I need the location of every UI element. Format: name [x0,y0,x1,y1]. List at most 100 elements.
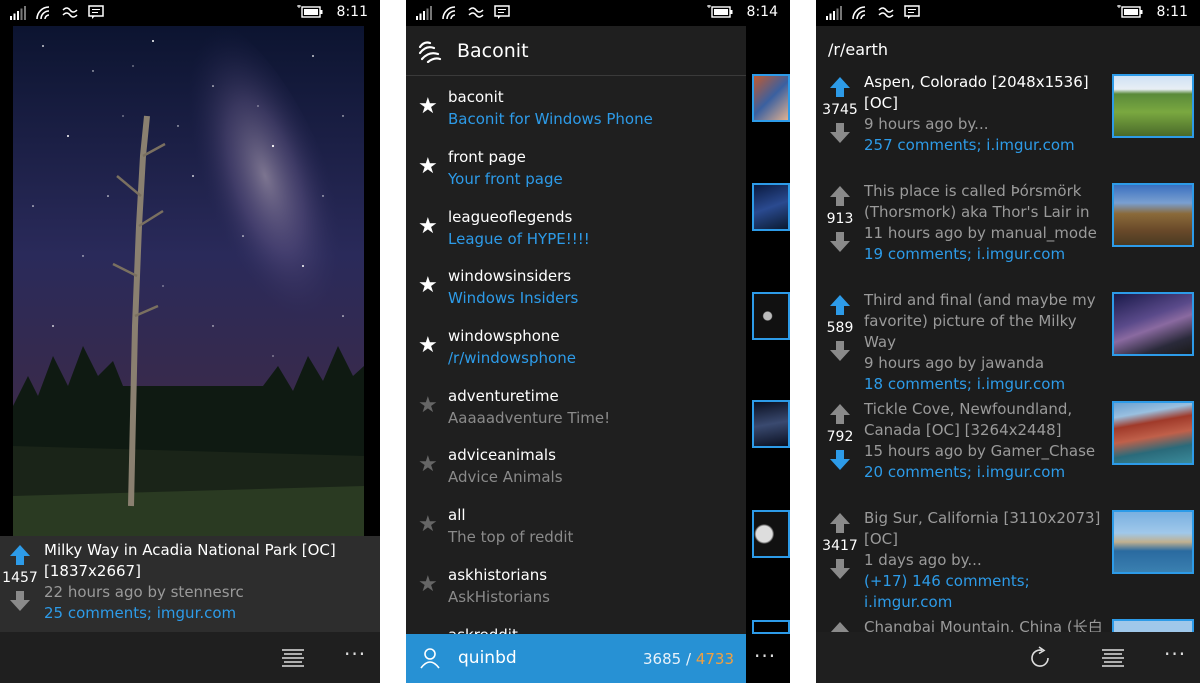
post-comments-link[interactable]: 18 comments; i.imgur.com [864,374,1106,395]
post-thumbnail[interactable] [1112,619,1194,632]
post-thumbnail[interactable] [1112,401,1194,465]
downvote-icon[interactable] [829,449,851,471]
list-button[interactable] [1100,646,1126,670]
data-sense-icon [468,7,484,18]
refresh-button[interactable] [1027,646,1053,670]
subreddit-description: League of HYPE!!!! [448,230,590,248]
upvote-icon[interactable] [829,185,851,207]
vote-control: 589 [821,294,859,362]
downvote-icon[interactable] [9,590,31,612]
vote-control: 913 [821,185,859,253]
star-icon[interactable]: ★ [418,216,438,238]
star-icon[interactable]: ★ [418,574,438,596]
downvote-icon[interactable] [829,122,851,144]
phone-subreddit-drawer: 8:14 Baconit ★ baconit Baconit for Windo… [406,0,790,683]
subreddit-path: /r/earth [828,40,888,59]
post-comments-link[interactable]: 25 comments; imgur.com [44,603,364,624]
downvote-icon[interactable] [829,231,851,253]
vote-control: 3417 [821,512,859,580]
star-icon[interactable]: ★ [418,395,438,417]
milky-way-photo[interactable] [13,26,364,536]
app-bar: ··· [0,632,380,683]
post-thumbnail[interactable] [1112,183,1194,247]
clock: 8:11 [1156,4,1188,20]
post-item[interactable]: 3417 Big Sur, California [3110x2073] [OC… [816,508,1200,616]
post-item[interactable]: 3745 Aspen, Colorado [2048x1536] [OC] 9 … [816,72,1200,180]
data-sense-icon [62,7,78,18]
message-icon [494,5,510,19]
subreddit-item-askreddit[interactable]: ★ askreddit [406,618,746,634]
subreddit-item-leagueoflegends[interactable]: ★ leagueoflegends League of HYPE!!!! [406,200,746,258]
subreddit-name: baconit [448,88,504,106]
star-icon[interactable]: ★ [418,454,438,476]
background-thumbnail [752,74,790,122]
karma-separator: / [685,650,692,668]
upvote-icon[interactable] [829,621,851,632]
post-comments-link[interactable]: 19 comments; i.imgur.com [864,244,1106,265]
post-thumbnail[interactable] [1112,74,1194,138]
post-item[interactable]: 913 This place is called Þórsmörk (Thors… [816,181,1200,289]
subreddit-item-adventuretime[interactable]: ★ adventuretime Aaaaadventure Time! [406,379,746,437]
subreddit-description: AskHistorians [448,588,550,606]
subreddit-description: /r/windowsphone [448,349,576,367]
subreddit-description: Baconit for Windows Phone [448,110,653,128]
post-thumbnail[interactable] [1112,292,1194,356]
post-extra: (+17) [864,572,913,590]
post-comments-link[interactable]: (+17) 146 comments; i.imgur.com [864,571,1106,613]
subreddit-item-adviceanimals[interactable]: ★ adviceanimals Advice Animals [406,438,746,496]
downvote-icon[interactable] [829,558,851,580]
star-icon[interactable]: ★ [418,156,438,178]
list-button[interactable] [280,646,306,670]
more-icon[interactable]: ··· [754,644,776,668]
post-comments-link[interactable]: 20 comments; i.imgur.com [864,462,1106,483]
subreddit-item-askhistorians[interactable]: ★ askhistorians AskHistorians [406,558,746,616]
link-karma: 3685 [643,650,682,668]
downvote-icon[interactable] [829,340,851,362]
subreddit-item-all[interactable]: ★ all The top of reddit [406,498,746,556]
star-icon[interactable]: ★ [418,96,438,118]
upvote-icon[interactable] [9,544,31,566]
vote-control [821,621,859,632]
subreddit-description: Aaaaadventure Time! [448,409,611,427]
upvote-icon[interactable] [829,403,851,425]
post-thumbnail[interactable] [1112,510,1194,574]
user-bar[interactable]: quinbd 3685 / 4733 [406,634,746,683]
post-meta: 1 days ago by... [864,551,982,569]
subreddit-name: leagueoflegends [448,208,573,226]
post-item[interactable]: Changbai Mountain, China (长白 [816,617,1200,632]
subreddit-item-baconit[interactable]: ★ baconit Baconit for Windows Phone [406,80,746,138]
user-icon [420,648,440,669]
post-title: Big Sur, California [3110x2073] [OC] [864,509,1101,548]
signal-icon [416,6,432,20]
post-link-text: 20 comments; i.imgur.com [864,463,1066,481]
more-icon[interactable]: ··· [1164,642,1186,666]
refresh-icon [1031,646,1049,667]
wifi-icon [852,6,866,20]
background-thumbnail [752,620,790,634]
battery-icon [1116,5,1143,18]
status-bar: 8:11 [816,0,1200,26]
post-title: Tickle Cove, Newfoundland, Canada [OC] [… [864,400,1073,439]
drawer-header: Baconit [406,26,746,76]
post-caption[interactable]: 1457 Milky Way in Acadia National Park [… [0,536,380,632]
upvote-icon[interactable] [829,512,851,534]
subreddit-item-windowsinsiders[interactable]: ★ windowsinsiders Windows Insiders [406,259,746,317]
star-icon[interactable]: ★ [418,335,438,357]
subreddit-name: adviceanimals [448,446,556,464]
post-item[interactable]: 589 Third and final (and maybe my favori… [816,290,1200,398]
vote-control: 1457 [1,544,39,612]
subreddit-drawer: Baconit ★ baconit Baconit for Windows Ph… [406,26,746,634]
upvote-icon[interactable] [829,76,851,98]
clock: 8:14 [746,4,778,20]
data-sense-icon [878,7,894,18]
subreddit-item-front-page[interactable]: ★ front page Your front page [406,140,746,198]
star-icon[interactable]: ★ [418,514,438,536]
upvote-icon[interactable] [829,294,851,316]
more-icon[interactable]: ··· [344,642,366,666]
baconit-logo-icon [418,41,442,63]
subreddit-item-windowsphone[interactable]: ★ windowsphone /r/windowsphone [406,319,746,377]
post-item[interactable]: 792 Tickle Cove, Newfoundland, Canada [O… [816,399,1200,507]
star-icon[interactable]: ★ [418,275,438,297]
post-comments-link[interactable]: 257 comments; i.imgur.com [864,135,1106,156]
list-icon [1102,649,1124,667]
